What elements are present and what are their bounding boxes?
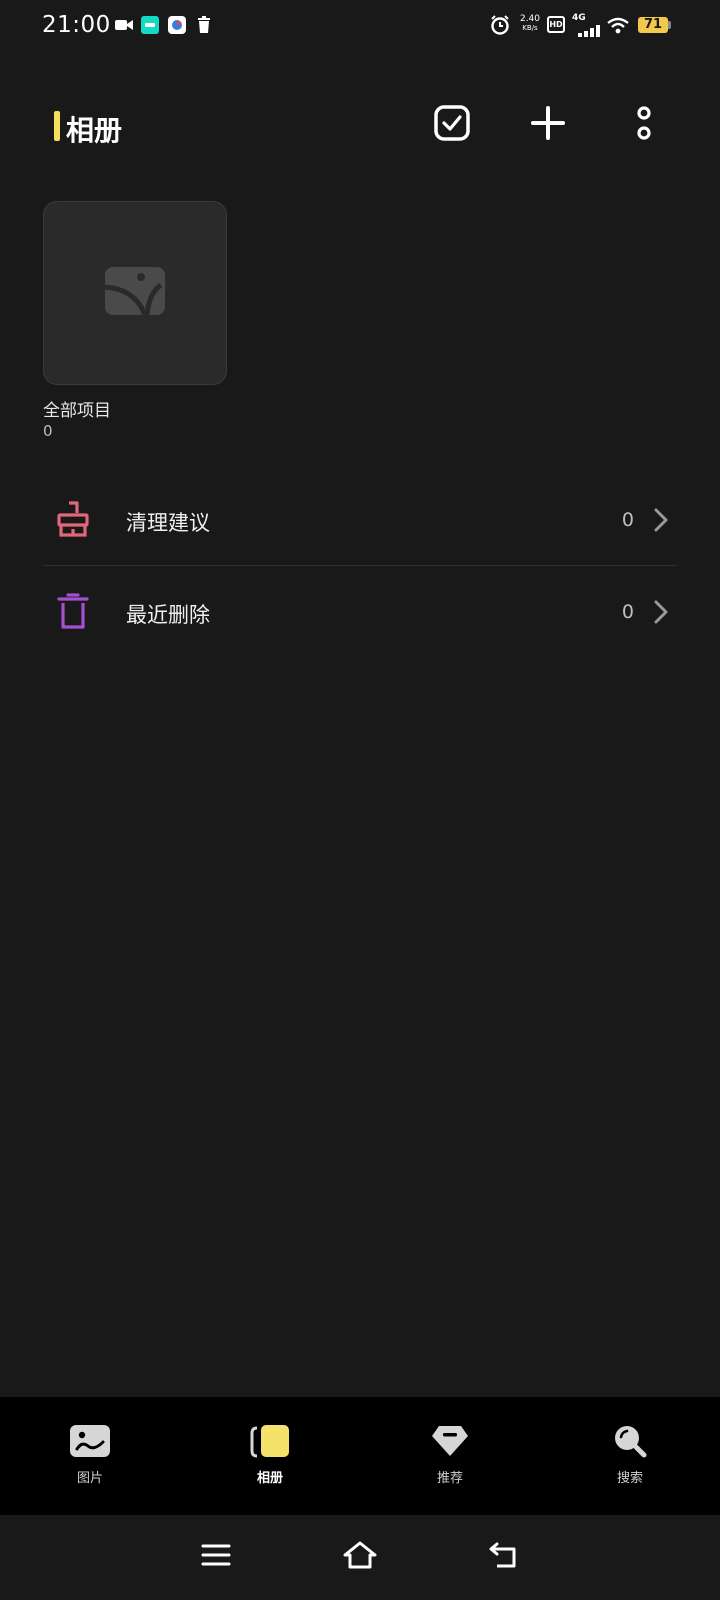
tab-label: 推荐: [436, 1471, 463, 1486]
tab-search[interactable]: 搜索: [540, 1397, 720, 1515]
network-speed: 2.40 KB/s: [518, 15, 542, 33]
search-icon: [608, 1423, 652, 1459]
taptap-app-icon: [141, 16, 159, 38]
menu-icon: [201, 1543, 231, 1571]
net-speed-value: 2.40: [519, 14, 541, 24]
system-navigation-bar: [0, 1515, 720, 1600]
select-checkbox-icon: [434, 105, 470, 145]
home-icon: [342, 1540, 378, 1574]
add-album-button[interactable]: [526, 103, 570, 147]
list-item-cleanup-suggestions[interactable]: 清理建议 0: [43, 475, 677, 565]
photo-icon: [68, 1423, 112, 1459]
tab-label: 搜索: [616, 1471, 643, 1486]
status-time: 21:00: [42, 12, 111, 38]
album-screen: 21:00 2.40 KB/s HD 4G 71 相册 全部项目 0 清理建议 …: [0, 0, 720, 1600]
more-options-button[interactable]: [622, 103, 666, 147]
home-button[interactable]: [340, 1537, 380, 1577]
hd-badge: HD: [547, 16, 565, 33]
image-placeholder-icon: [104, 267, 165, 319]
list-item-count: 0: [621, 509, 634, 531]
tab-photos[interactable]: 图片: [0, 1397, 180, 1515]
recent-apps-button[interactable]: [196, 1537, 236, 1577]
app-icon: [168, 16, 186, 38]
album-name: 全部项目: [43, 401, 111, 421]
tab-recommend[interactable]: 推荐: [360, 1397, 540, 1515]
more-icon: [636, 105, 652, 145]
back-button[interactable]: [484, 1537, 524, 1577]
back-icon: [488, 1541, 520, 1573]
chevron-right-icon: [651, 507, 671, 533]
list-item-count: 0: [621, 601, 634, 623]
list-item-recently-deleted[interactable]: 最近删除 0: [43, 567, 677, 657]
tab-label: 图片: [76, 1471, 103, 1486]
tab-label: 相册: [256, 1471, 283, 1486]
album-count: 0: [43, 422, 53, 440]
brush-icon: [53, 499, 93, 539]
signal-icon: [578, 22, 600, 41]
battery-tip: [668, 21, 671, 29]
plus-icon: [531, 106, 565, 144]
tab-albums[interactable]: 相册: [180, 1397, 360, 1515]
album-icon: [248, 1423, 292, 1459]
page-title: 相册: [66, 114, 123, 147]
wifi-icon: [607, 17, 629, 38]
list-item-label: 清理建议: [126, 511, 210, 535]
title-accent-bar: [54, 111, 60, 141]
bottom-tab-bar: 图片 相册 推荐 搜索: [0, 1397, 720, 1515]
diamond-icon: [428, 1423, 472, 1459]
status-bar: 21:00 2.40 KB/s HD 4G 71: [0, 0, 720, 50]
trash-icon: [197, 16, 211, 37]
select-button[interactable]: [430, 103, 474, 147]
video-camera-icon: [115, 17, 133, 36]
list-divider: [43, 565, 677, 566]
net-speed-unit: KB/s: [522, 24, 538, 32]
trash-icon: [53, 591, 93, 631]
list-item-label: 最近删除: [126, 603, 210, 627]
chevron-right-icon: [651, 599, 671, 625]
battery-icon: 71: [638, 17, 668, 33]
alarm-icon: [490, 15, 510, 39]
album-all-items-cover[interactable]: [43, 201, 227, 385]
